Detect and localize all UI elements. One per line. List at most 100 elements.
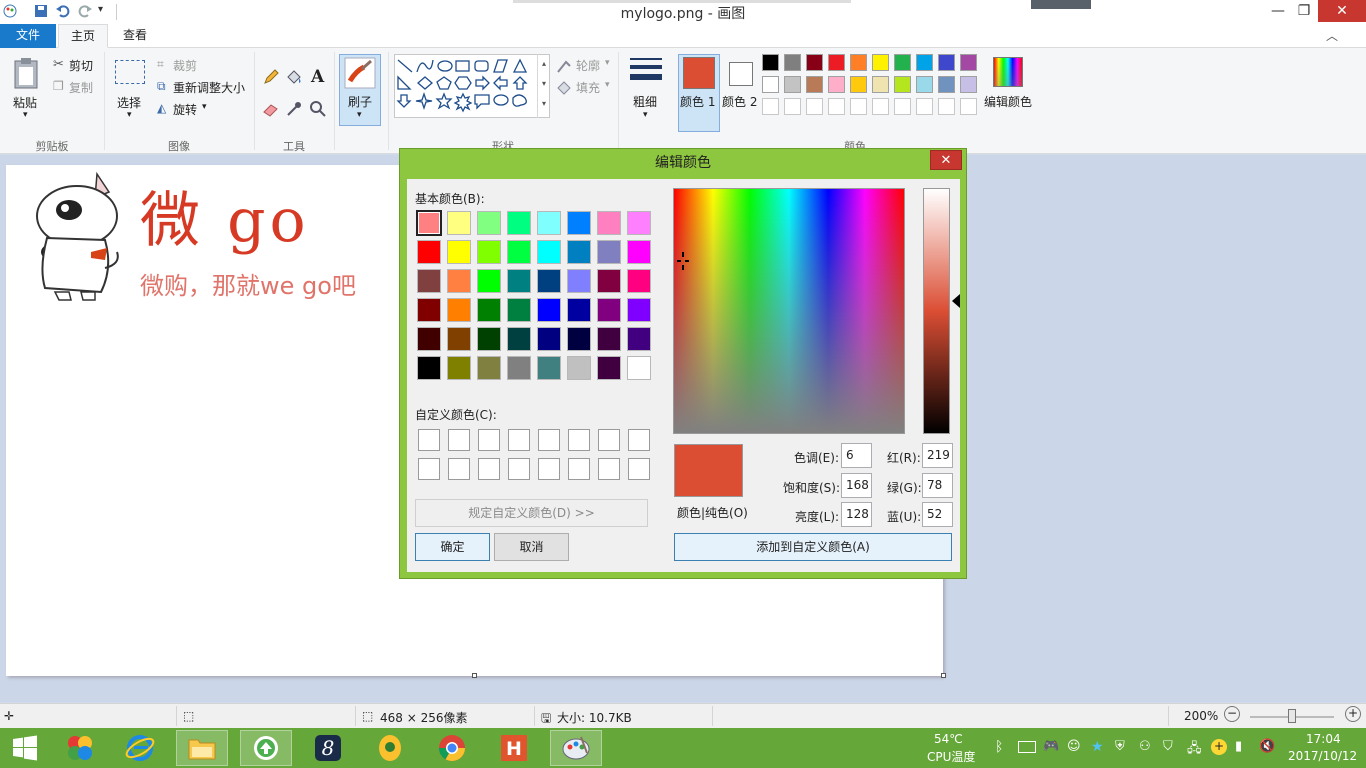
taskbar-app-refresh[interactable]: [240, 730, 292, 766]
palette-empty-swatch[interactable]: [806, 98, 823, 115]
palette-empty-swatch[interactable]: [960, 98, 977, 115]
custom-color-swatch[interactable]: [568, 458, 590, 480]
basic-color-swatch[interactable]: [537, 298, 561, 322]
taskbar-app-chrome[interactable]: [426, 730, 478, 766]
palette-color-swatch[interactable]: [872, 54, 889, 71]
color2-label[interactable]: 颜色 2: [722, 93, 757, 110]
dialog-close-button[interactable]: ✕: [930, 150, 962, 170]
color2-swatch[interactable]: [729, 62, 753, 86]
luminance-bar[interactable]: [923, 188, 950, 434]
fill-dropdown-icon[interactable]: ▾: [605, 80, 610, 90]
basic-color-swatch[interactable]: [537, 240, 561, 264]
basic-color-swatch[interactable]: [567, 240, 591, 264]
basic-color-swatch[interactable]: [627, 298, 651, 322]
basic-color-swatch[interactable]: [507, 298, 531, 322]
basic-color-swatch[interactable]: [627, 327, 651, 351]
custom-color-swatch[interactable]: [508, 458, 530, 480]
blue-input[interactable]: 52: [922, 502, 953, 527]
palette-color-swatch[interactable]: [916, 76, 933, 93]
palette-color-swatch[interactable]: [872, 76, 889, 93]
basic-color-swatch[interactable]: [507, 211, 531, 235]
taskbar-app-ie[interactable]: [114, 730, 166, 766]
basic-color-swatch[interactable]: [597, 327, 621, 351]
basic-color-swatch[interactable]: [416, 210, 442, 236]
clock-time[interactable]: 17:04: [1306, 732, 1341, 746]
palette-color-swatch[interactable]: [960, 54, 977, 71]
resize-button[interactable]: 重新调整大小: [173, 79, 245, 96]
basic-color-swatch[interactable]: [597, 269, 621, 293]
close-button[interactable]: ✕: [1318, 0, 1366, 22]
basic-color-swatch[interactable]: [507, 269, 531, 293]
magnifier-icon[interactable]: [309, 100, 327, 118]
outline-button[interactable]: 轮廓: [576, 57, 600, 74]
palette-empty-swatch[interactable]: [828, 98, 845, 115]
palette-color-swatch[interactable]: [850, 76, 867, 93]
select-dropdown-icon[interactable]: ▾: [127, 110, 132, 120]
plus-shield-icon[interactable]: +: [1211, 739, 1227, 755]
zoom-slider-thumb[interactable]: [1288, 709, 1296, 723]
zoom-in-button[interactable]: +: [1345, 706, 1361, 722]
basic-color-swatch[interactable]: [477, 298, 501, 322]
copy-button[interactable]: 复制: [69, 79, 93, 96]
spectrum-crosshair[interactable]: [677, 252, 689, 270]
eraser-icon[interactable]: [262, 100, 280, 118]
luminance-arrow-icon[interactable]: [951, 293, 961, 309]
power-icon[interactable]: ▮: [1235, 739, 1251, 755]
shield-icon[interactable]: ⛨: [1115, 739, 1131, 755]
palette-color-swatch[interactable]: [828, 54, 845, 71]
basic-color-swatch[interactable]: [627, 240, 651, 264]
custom-color-swatch[interactable]: [538, 458, 560, 480]
palette-color-swatch[interactable]: [762, 54, 779, 71]
fill-bucket-icon[interactable]: [285, 68, 303, 86]
palette-empty-swatch[interactable]: [762, 98, 779, 115]
palette-empty-swatch[interactable]: [872, 98, 889, 115]
basic-color-swatch[interactable]: [447, 211, 471, 235]
basic-color-swatch[interactable]: [567, 327, 591, 351]
custom-color-swatch[interactable]: [448, 429, 470, 451]
rotate-dropdown-icon[interactable]: ▾: [202, 102, 207, 112]
basic-color-swatch[interactable]: [417, 327, 441, 351]
gamepad-icon[interactable]: 🎮: [1043, 739, 1059, 755]
shapes-scroll[interactable]: ▴ ▾ ▾: [537, 54, 550, 118]
tab-home[interactable]: 主页: [58, 24, 108, 48]
basic-color-swatch[interactable]: [447, 327, 471, 351]
crop-button[interactable]: 裁剪: [173, 57, 197, 74]
custom-color-swatch[interactable]: [448, 458, 470, 480]
taskbar-app-hbuilder[interactable]: H: [488, 730, 540, 766]
palette-empty-swatch[interactable]: [894, 98, 911, 115]
luminance-input[interactable]: 128: [841, 502, 872, 527]
custom-color-swatch[interactable]: [598, 429, 620, 451]
tab-view[interactable]: 查看: [112, 24, 158, 48]
basic-color-swatch[interactable]: [417, 240, 441, 264]
palette-color-swatch[interactable]: [850, 54, 867, 71]
custom-color-swatch[interactable]: [418, 458, 440, 480]
palette-color-swatch[interactable]: [762, 76, 779, 93]
select-icon[interactable]: [115, 60, 145, 84]
paste-dropdown-icon[interactable]: ▾: [23, 110, 28, 120]
custom-color-swatch[interactable]: [628, 429, 650, 451]
basic-color-swatch[interactable]: [507, 327, 531, 351]
palette-color-swatch[interactable]: [938, 76, 955, 93]
basic-color-swatch[interactable]: [537, 269, 561, 293]
basic-color-swatch[interactable]: [627, 211, 651, 235]
zoom-out-button[interactable]: −: [1224, 706, 1240, 722]
basic-color-swatch[interactable]: [477, 269, 501, 293]
bluetooth-icon[interactable]: ᛒ: [995, 739, 1011, 755]
color-picker-icon[interactable]: [285, 100, 303, 118]
basic-color-swatch[interactable]: [447, 356, 471, 380]
network-people-icon[interactable]: ⚇: [1139, 739, 1155, 755]
palette-color-swatch[interactable]: [806, 54, 823, 71]
basic-color-swatch[interactable]: [507, 240, 531, 264]
basic-color-swatch[interactable]: [477, 356, 501, 380]
paste-icon[interactable]: [13, 56, 41, 90]
basic-color-swatch[interactable]: [417, 298, 441, 322]
custom-color-swatch[interactable]: [478, 429, 500, 451]
network-icon[interactable]: 🖧: [1187, 739, 1203, 756]
palette-color-swatch[interactable]: [894, 76, 911, 93]
palette-empty-swatch[interactable]: [916, 98, 933, 115]
custom-color-swatch[interactable]: [478, 458, 500, 480]
basic-color-swatch[interactable]: [477, 211, 501, 235]
fill-button[interactable]: 填充: [576, 79, 600, 96]
cancel-button[interactable]: 取消: [494, 533, 569, 561]
basic-color-swatch[interactable]: [417, 269, 441, 293]
